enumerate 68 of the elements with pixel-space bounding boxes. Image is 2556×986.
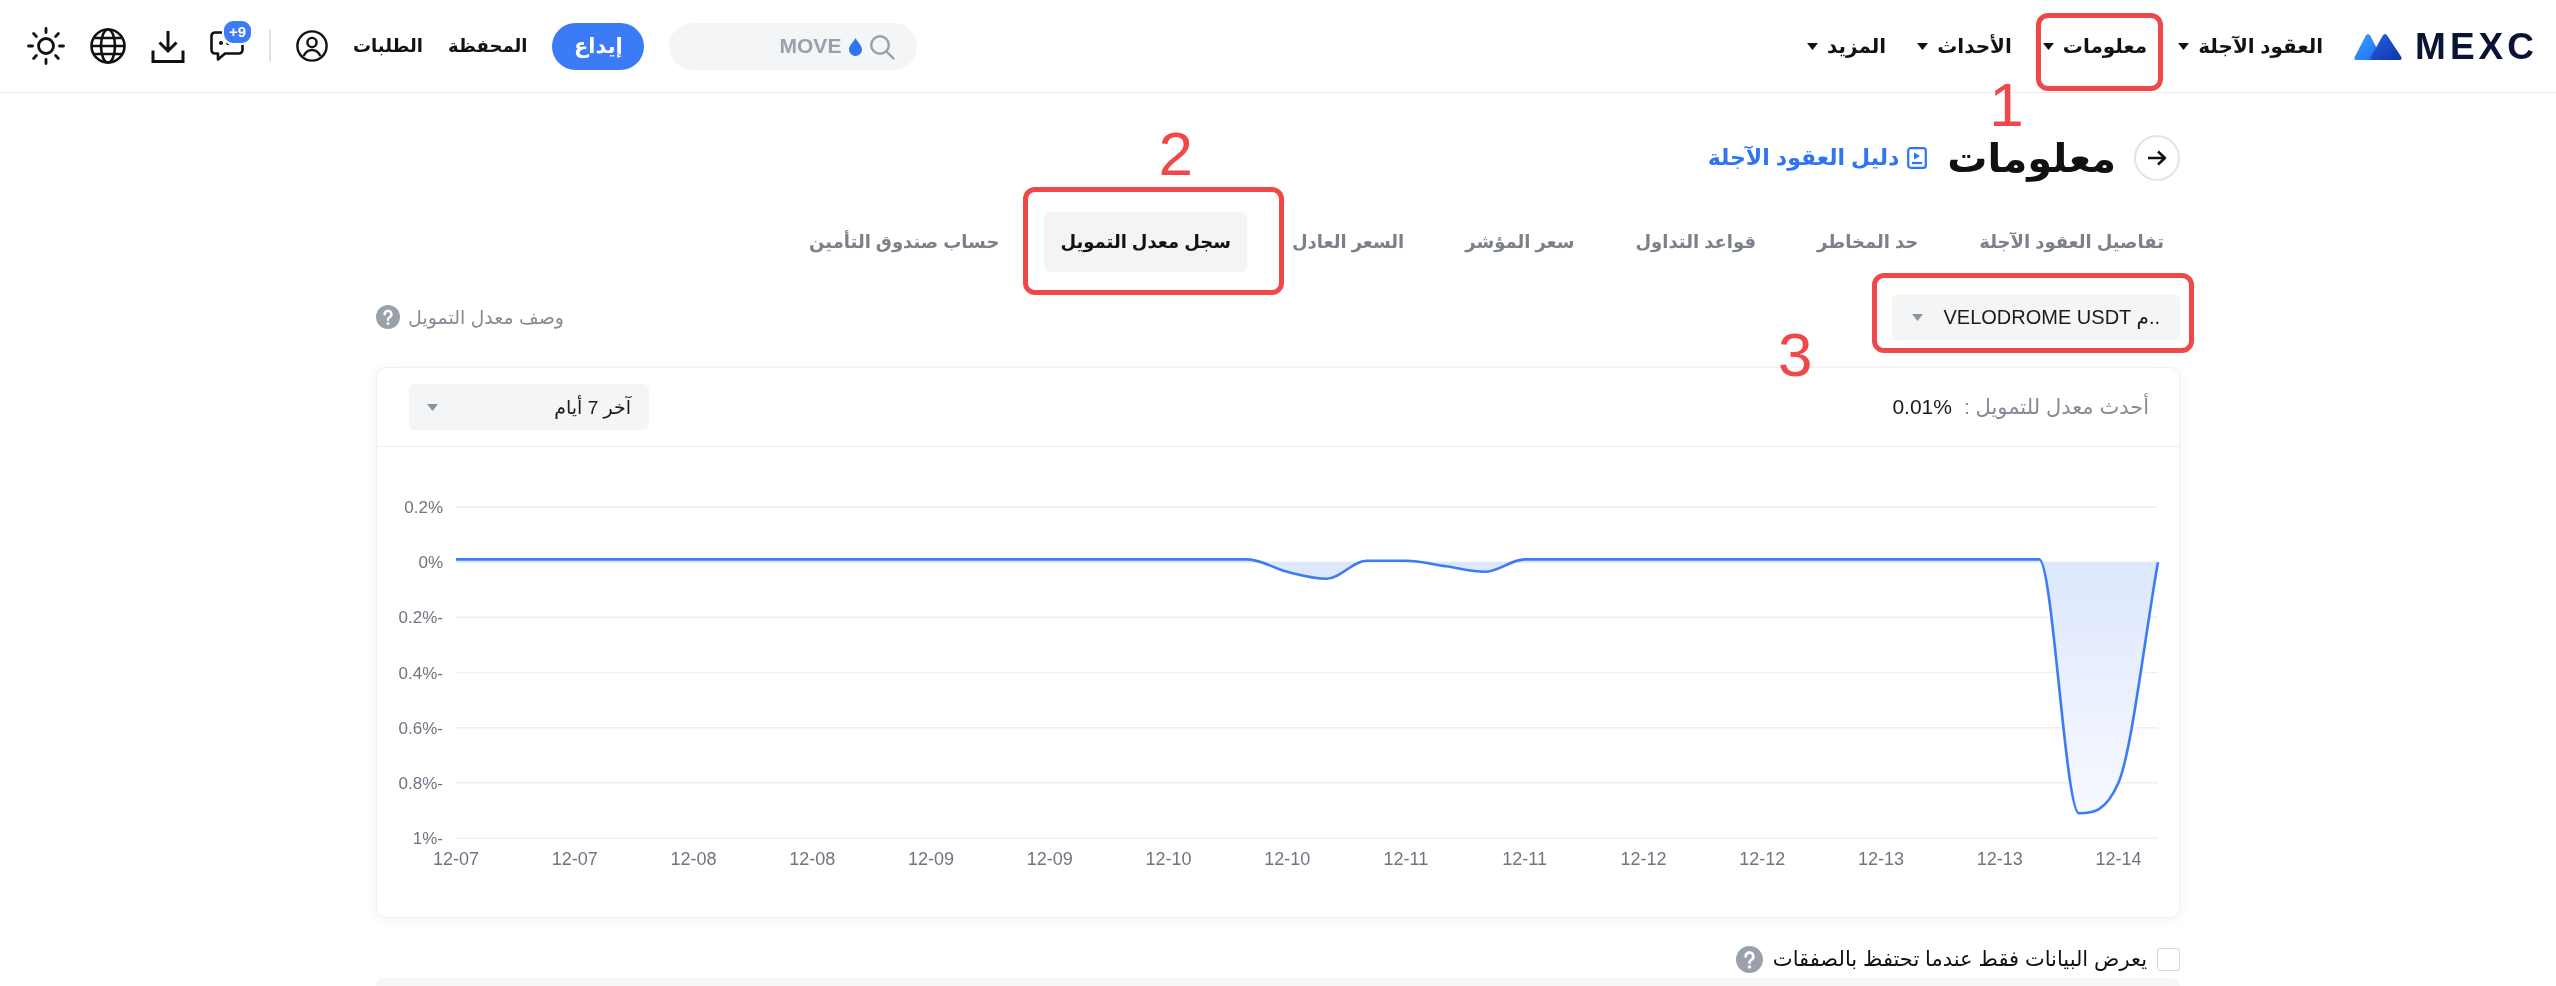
caret-down-icon <box>2178 42 2190 50</box>
x-axis-label: 12-09 <box>1026 849 1073 869</box>
caret-down-icon <box>1912 313 1924 321</box>
y-axis-label: 0.2%- <box>398 608 443 628</box>
home-logo[interactable]: MEXC <box>2353 27 2538 65</box>
user-icon[interactable] <box>296 30 328 62</box>
x-axis-label: 12-12 <box>1739 849 1786 869</box>
x-axis-label: 12-11 <box>1502 849 1548 869</box>
logo-icon <box>2353 32 2404 60</box>
x-axis-label: 12-13 <box>1976 849 2023 869</box>
guide-link[interactable]: دليل العقود الآجلة <box>1707 145 1928 171</box>
deposit-button[interactable]: إيداع <box>552 22 645 70</box>
document-icon <box>1907 147 1928 169</box>
x-axis-label: 12-08 <box>670 849 717 869</box>
x-axis-label: 12-10 <box>1145 849 1192 869</box>
globe-icon[interactable] <box>90 28 126 64</box>
nav-menu-item[interactable]: المزيد <box>1806 23 1887 69</box>
sun-icon[interactable] <box>27 27 65 65</box>
annotation-number: 1 <box>1989 74 2024 136</box>
tab[interactable]: حد المخاطر <box>1801 212 1935 272</box>
y-axis-label: 0% <box>418 553 443 573</box>
x-axis-label: 12-08 <box>789 849 836 869</box>
header-link[interactable]: المحفظة <box>448 35 528 57</box>
latest-rate-label: أحدث معدل للتمويل : <box>1963 395 2149 419</box>
x-axis-label: 12-12 <box>1620 849 1667 869</box>
tab[interactable]: تفاصيل العقود الآجلة <box>1963 212 2180 272</box>
nav-menu-item[interactable]: العقود الآجلة <box>2178 23 2324 69</box>
y-axis-label: 0.2% <box>404 498 443 517</box>
download-icon[interactable] <box>151 29 185 63</box>
x-axis-label: 12-09 <box>907 849 954 869</box>
period-select[interactable]: آخر 7 أيام <box>409 384 649 430</box>
nav-menu-item[interactable]: الأحداث <box>1917 23 2012 69</box>
tab[interactable]: السعر العادل <box>1275 212 1421 272</box>
annotation-number: 2 <box>1158 123 1193 185</box>
caret-down-icon <box>1917 42 1929 50</box>
y-axis-label: 1%- <box>412 829 443 848</box>
tab[interactable]: قواعد التداول <box>1619 212 1773 272</box>
y-axis-label: 0.4%- <box>398 663 443 683</box>
caret-down-icon <box>427 403 438 411</box>
help-icon[interactable] <box>1735 945 1763 973</box>
x-axis-label: 12-10 <box>1264 849 1311 869</box>
filter-label: يعرض البيانات فقط عندما تحتفظ بالصفقات <box>1772 947 2147 971</box>
caret-down-icon <box>1806 42 1818 50</box>
x-axis-label: 12-13 <box>1857 849 1904 869</box>
nav-menu-item[interactable]: معلومات <box>2042 23 2148 69</box>
latest-rate-value: 0.01% <box>1892 395 1952 419</box>
search-field[interactable]: MOVE <box>669 22 918 70</box>
x-axis-label: 12-07 <box>551 849 598 869</box>
x-axis-label: 12-11 <box>1383 849 1429 869</box>
arrow-right-icon <box>2147 150 2167 166</box>
tab[interactable]: حساب صندوق التأمين <box>793 212 1016 272</box>
x-axis-label: 12-14 <box>2095 849 2142 869</box>
annotation-number: 3 <box>1778 324 1813 386</box>
symbol-select[interactable]: VELODROME USDT م.. <box>1892 294 2180 340</box>
x-axis-label: 12-07 <box>433 849 479 869</box>
help-icon[interactable] <box>376 305 400 329</box>
notification-badge: +9 <box>222 19 254 45</box>
checkbox[interactable] <box>2157 947 2180 971</box>
drop-icon <box>849 37 863 56</box>
header-link[interactable]: الطلبات <box>353 35 423 57</box>
search-icon <box>869 33 896 60</box>
caret-down-icon <box>2042 42 2054 50</box>
y-axis-label: 0.8%- <box>398 773 443 793</box>
tab[interactable]: سجل معدل التمويل <box>1044 212 1247 272</box>
page-title: معلومات <box>1947 135 2116 181</box>
tab[interactable]: سعر المؤشر <box>1449 212 1591 272</box>
y-axis-label: 0.6%- <box>398 718 443 738</box>
back-button[interactable] <box>2134 135 2180 181</box>
